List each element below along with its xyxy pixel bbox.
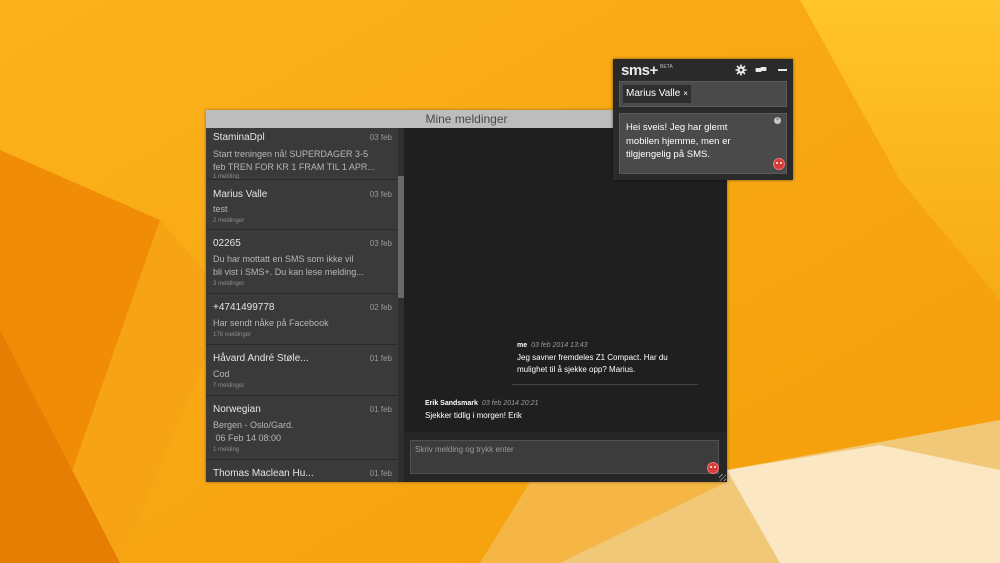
conversation-date: 03 feb <box>369 190 392 199</box>
conversation-item[interactable]: Thomas Maclean Hu... 01 feb <box>206 460 398 482</box>
conversation-date: 01 feb <box>369 469 392 478</box>
message-time: 03 feb 2014 13:43 <box>531 342 588 349</box>
message-line: mobilen hjemme, men er <box>626 135 731 147</box>
minimize-icon[interactable] <box>777 64 789 76</box>
message-count: 3 meldinger <box>213 281 245 287</box>
conversation-name: Håvard André Støle... <box>213 353 309 364</box>
conversation-item[interactable]: Håvard André Støle... 01 feb Cod 7 meldi… <box>206 345 398 396</box>
link-icon[interactable] <box>755 64 767 76</box>
message-count: 1 melding <box>213 447 240 453</box>
conversation-preview: feb TREN FOR KR 1 FRAM TIL 1 APR... <box>213 162 375 172</box>
remove-recipient-icon[interactable]: × <box>683 89 688 98</box>
conversation-item[interactable]: StaminaDpl 03 feb Start treningen nå! SU… <box>206 128 398 180</box>
message-sender: Erik Sandsmark <box>425 400 478 407</box>
message-header: Erik Sandsmark 03 feb 2014 20:21 <box>425 400 538 407</box>
message-line: mulighet til å sjekke opp? Marius. <box>517 365 636 374</box>
app-logo: sms+ <box>621 62 658 79</box>
compose-area <box>404 432 727 482</box>
conversation-name: Thomas Maclean Hu... <box>213 468 314 479</box>
conversation-item[interactable]: +4741499778 02 feb Har sendt nåke på Fac… <box>206 294 398 345</box>
conversation-preview: Cod <box>213 369 230 379</box>
recipient-chip[interactable]: Marius Valle × <box>623 85 691 103</box>
conversation-preview: Har sendt nåke på Facebook <box>213 318 329 328</box>
message-body: Sjekker tidlig i morgen! Erik <box>425 410 522 422</box>
message-field[interactable]: Hei sveis! Jeg har glemt mobilen hjemme,… <box>619 113 787 174</box>
conversation-date: 01 feb <box>369 405 392 414</box>
message-line: Jeg savner fremdeles Z1 Compact. Har du <box>517 353 668 362</box>
gear-icon[interactable] <box>735 64 747 76</box>
message-line: tilgjengelig på SMS. <box>626 149 710 160</box>
emoji-icon[interactable] <box>707 462 719 474</box>
conversation-date: 01 feb <box>369 354 392 363</box>
message-text[interactable]: Hei sveis! Jeg har glemt mobilen hjemme,… <box>626 121 766 162</box>
recipient-name: Marius Valle <box>626 88 681 99</box>
chat-area: me 03 feb 2014 13:43 Jeg savner fremdeles… <box>404 128 727 482</box>
compose-input[interactable] <box>410 440 719 474</box>
sms-popup: sms+ BETA Marius Valle× Hei sveis! Jeg <box>613 59 793 180</box>
conversation-preview: bli vist i SMS+. Du kan lese melding... <box>213 267 364 277</box>
message-line: Sjekker tidlig i morgen! Erik <box>425 411 522 420</box>
resize-grip-icon[interactable] <box>719 474 726 481</box>
recipient-field[interactable]: Marius Valle × <box>619 81 787 107</box>
conversation-preview: test <box>213 204 228 214</box>
conversation-preview: Du har mottatt en SMS som ikke vil <box>213 254 354 264</box>
message-count: 7 meldinger <box>213 383 245 389</box>
conversation-item[interactable]: Marius Valle 03 feb test 2 meldinger <box>206 180 398 230</box>
conversation-name: 02265 <box>213 238 241 249</box>
conversation-name: +4741499778 <box>213 302 275 313</box>
conversation-item[interactable]: 02265 03 feb Du har mottatt en SMS som i… <box>206 230 398 294</box>
conversation-preview: Start treningen nå! SUPERDAGER 3-5 <box>213 149 369 159</box>
conversation-date: 03 feb <box>369 133 392 142</box>
conversation-name: StaminaDpl <box>213 132 265 143</box>
message-sender: me <box>517 342 528 349</box>
emoji-icon[interactable] <box>773 158 785 170</box>
message-line: Hei sveis! Jeg har glemt <box>626 122 728 133</box>
clear-message-icon[interactable]: × <box>774 117 781 124</box>
minimize-bar <box>778 69 787 71</box>
message-divider <box>512 384 698 385</box>
message-header: me 03 feb 2014 13:43 <box>517 342 588 349</box>
conversation-date: 03 feb <box>369 239 392 248</box>
message-count: 178 meldinger <box>213 332 252 338</box>
conversation-preview: 06 Feb 14 08:00 <box>213 433 282 443</box>
conversation-name: Norwegian <box>213 404 261 415</box>
conversation-preview: Bergen - Oslo/Gard. <box>213 420 294 430</box>
conversation-name: Marius Valle <box>213 189 268 200</box>
message-count: 2 meldinger <box>213 218 245 224</box>
message-body: Jeg savner fremdeles Z1 Compact. Har du … <box>517 352 668 376</box>
message-time: 03 feb 2014 20:21 <box>481 400 539 407</box>
beta-badge: BETA <box>660 64 673 70</box>
conversation-item[interactable]: Norwegian 01 feb Bergen - Oslo/Gard. 06 … <box>206 396 398 460</box>
conversation-date: 02 feb <box>369 303 392 312</box>
